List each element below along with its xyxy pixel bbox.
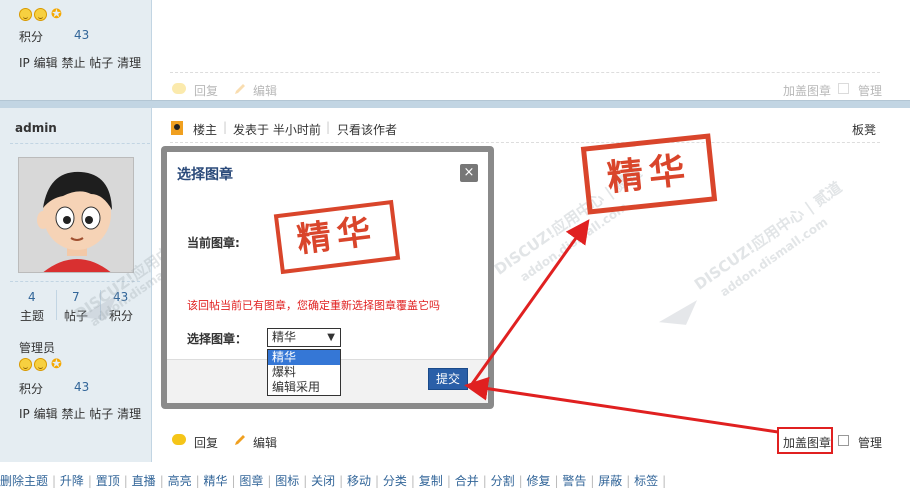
mod-category[interactable]: 分类 bbox=[383, 474, 407, 488]
mod-bump[interactable]: 升降 bbox=[60, 474, 84, 488]
mod-highlight[interactable]: 高亮 bbox=[168, 474, 192, 488]
mod-block[interactable]: 屏蔽 bbox=[598, 474, 622, 488]
mod-warn[interactable]: 警告 bbox=[562, 474, 586, 488]
mod-close[interactable]: 关闭 bbox=[311, 474, 335, 488]
mod-delete[interactable]: 删除主题 bbox=[0, 474, 48, 488]
mod-stamp[interactable]: 图章 bbox=[239, 474, 263, 488]
mod-live[interactable]: 直播 bbox=[132, 474, 156, 488]
mod-move[interactable]: 移动 bbox=[347, 474, 371, 488]
mod-tag[interactable]: 标签 bbox=[634, 474, 658, 488]
arrow-to-submit bbox=[464, 376, 779, 434]
mod-copy[interactable]: 复制 bbox=[419, 474, 443, 488]
mod-repair[interactable]: 修复 bbox=[526, 474, 550, 488]
mod-icon[interactable]: 图标 bbox=[275, 474, 299, 488]
arrow-to-stamp bbox=[470, 219, 590, 385]
mod-merge[interactable]: 合并 bbox=[455, 474, 479, 488]
forum-page: ✪ 积分 43 IP 编辑 禁止 帖子 清理 回复 编辑 加盖图章 管理 adm… bbox=[0, 0, 910, 492]
moderation-bar: 删除主题 | 升降 | 置顶 | 直播 | 高亮 | 精华 | 图章 | 图标 | 关闭 | 移动… bbox=[0, 474, 667, 488]
mod-split[interactable]: 分割 bbox=[491, 474, 515, 488]
annotation-arrows bbox=[464, 219, 779, 434]
mod-stick[interactable]: 置顶 bbox=[96, 474, 120, 488]
mod-digest[interactable]: 精华 bbox=[203, 474, 227, 488]
